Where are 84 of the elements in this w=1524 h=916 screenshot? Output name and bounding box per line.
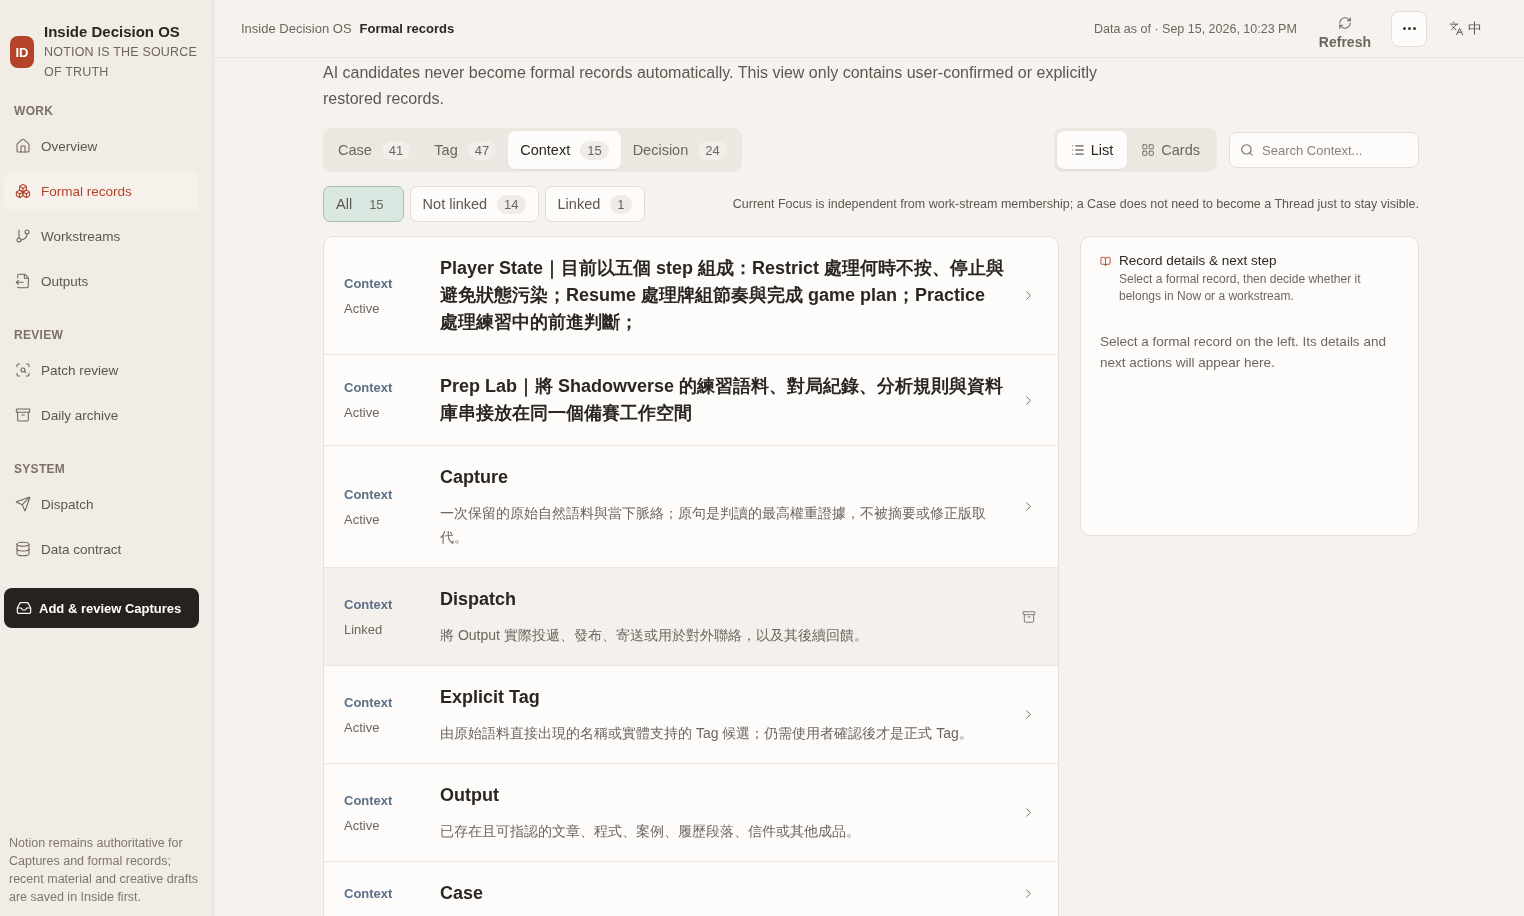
record-status: Active (344, 405, 381, 420)
record-status: Active (344, 511, 381, 527)
record-type: Context (344, 380, 394, 395)
search-field[interactable]: Search Context... (1229, 132, 1419, 168)
language-button[interactable]: 中 (1443, 18, 1488, 39)
record-status: Active (344, 817, 381, 833)
sidebar-item[interactable]: Outputs (4, 261, 199, 301)
more-button[interactable] (1391, 10, 1427, 47)
view-tab[interactable]: List (1056, 131, 1128, 169)
home-icon (15, 138, 31, 154)
file-export-icon (15, 273, 31, 289)
breadcrumb-item: Formal records (359, 21, 455, 36)
sidebar-item[interactable]: Formal records (4, 171, 199, 211)
record-type: Context (344, 886, 394, 901)
send-icon (15, 496, 31, 512)
record-row[interactable]: Context Active Prep Lab｜將 Shadowverse 的練習語料、對局紀錄、分析規則與資料庫串接放在同一個備賽工作空間 (324, 354, 1058, 445)
record-type: Context (344, 486, 394, 502)
record-row[interactable]: Context Active Explicit Tag 由原始語料直接出現的名稱或實體支持的 Tag 候選；仍需使用者確認後才是正式 Tag。 (324, 665, 1058, 763)
data-timestamp: Data as of · Sep 15, 2026, 10:23 PM (1093, 21, 1297, 36)
grid-icon (1141, 143, 1156, 157)
record-title: Output (440, 784, 500, 807)
record-status: Linked (344, 621, 384, 637)
more-icon (1402, 27, 1416, 30)
record-status: Active (344, 719, 381, 735)
record-type-tab[interactable]: Context 15 (508, 131, 621, 169)
record-title: Prep Lab｜將 Shadowverse 的練習語料、對局紀錄、分析規則與資料庫串接放在同一個備賽工作空間 (440, 375, 1005, 425)
view-tab[interactable]: Cards (1127, 131, 1214, 169)
sidebar-item[interactable]: Workstreams (4, 216, 199, 256)
record-description: 將 Output 實際投遞、發布、寄送或用於對外聯絡，以及其後續回饋。 (440, 626, 869, 645)
record-row[interactable]: Context Active Output 已存在且可指認的文章、程式、案例、履歷段落、信件或其他成品。 (324, 763, 1058, 861)
record-title: Capture (440, 466, 509, 489)
filter-chip[interactable]: Not linked 14 (409, 186, 539, 222)
nav-section-heading: WORK (13, 104, 55, 118)
panel-empty-message: Select a formal record on the left. Its details and next actions will appear here. (1100, 333, 1387, 372)
record-title: Case (440, 882, 485, 905)
record-description: 由原始語料直接出現的名稱或實體支持的 Tag 候選；仍需使用者確認後才是正式 Tag。 (440, 724, 974, 743)
record-status: Active (344, 300, 381, 316)
record-row[interactable]: Context Case (324, 861, 1058, 916)
nav-section-heading: SYSTEM (13, 462, 67, 476)
record-description: 已存在且可指認的文章、程式、案例、履歷段落、信件或其他成品。 (440, 822, 861, 841)
sidebar-item[interactable]: Daily archive (4, 395, 199, 435)
scan-search-icon (15, 362, 31, 378)
intro-text: AI candidates never become formal records automatically. This view only contains user-confirmed or explicitly restored records. (323, 63, 1098, 109)
record-type: Context (344, 596, 394, 612)
app-tagline: NOTION IS THE SOURCE OF TRUTH (44, 44, 199, 81)
search-icon (1240, 143, 1254, 157)
app-logo: ID (10, 36, 34, 68)
record-type: Context (344, 275, 394, 291)
refresh-button[interactable]: Refresh (1314, 7, 1375, 50)
record-title: Explicit Tag (440, 686, 541, 709)
focus-note: Current Focus is independent from work-stream membership; a Case does not need to become a Thread just to stay visible. (732, 197, 1419, 211)
record-title: Dispatch (440, 588, 518, 611)
record-type-tab[interactable]: Decision 24 (620, 131, 739, 169)
breadcrumb-item[interactable]: Inside Decision OS (241, 21, 352, 36)
record-type-tab[interactable]: Tag 47 (422, 131, 509, 169)
record-row[interactable]: Context Active Player State｜目前以五個 step 組成：Restrict 處理何時不按、停止與避免狀態污染；Resume 處理牌組節奏與完成 game plan；Practice 處理練習中的前進判斷； (324, 237, 1058, 354)
sidebar-note: Notion remains authoritative for Captures and formal records; recent material and creative drafts are saved in Inside first. (9, 835, 199, 906)
branch-icon (15, 228, 31, 244)
add-captures-button[interactable]: Add & review Captures (4, 588, 199, 628)
sidebar-item[interactable]: Overview (4, 126, 199, 166)
record-type: Context (344, 694, 394, 710)
panel-subtitle: Select a formal record, then decide whether it belongs in Now or a workstream. (1119, 271, 1362, 305)
translate-icon (1449, 21, 1464, 36)
record-type-tab[interactable]: Case 41 (326, 131, 423, 169)
filter-chip[interactable]: Linked 1 (544, 186, 645, 222)
nav-section-heading: REVIEW (13, 328, 65, 342)
sidebar-item[interactable]: Patch review (4, 350, 199, 390)
boxes-icon (15, 183, 31, 199)
database-icon (15, 541, 31, 557)
archive-icon (15, 407, 31, 423)
record-title: Player State｜目前以五個 step 組成：Restrict 處理何時不按、停止與避免狀態污染；Resume 處理牌組節奏與完成 game plan；Practice 處理練習中的前進判斷； (440, 257, 1005, 334)
record-row[interactable]: Context Linked Dispatch 將 Output 實際投遞、發布、寄送或用於對外聯絡，以及其後續回饋。 (324, 567, 1058, 665)
inbox-icon (16, 600, 32, 616)
record-description: 一次保留的原始自然語料與當下脈絡；原句是判讀的最高權重證據，不被摘要或修正版取代。 (440, 504, 987, 547)
list-icon (1070, 143, 1085, 157)
filter-chip[interactable]: All 15 (323, 186, 404, 222)
sidebar-item[interactable]: Dispatch (4, 484, 199, 524)
panel-title: Record details & next step (1119, 253, 1278, 268)
record-type: Context (344, 792, 394, 808)
book-icon (1100, 256, 1111, 267)
archive-icon[interactable] (1022, 609, 1036, 624)
app-name: Inside Decision OS (44, 22, 181, 42)
refresh-icon (1337, 15, 1352, 30)
sidebar-item[interactable]: Data contract (4, 529, 199, 569)
